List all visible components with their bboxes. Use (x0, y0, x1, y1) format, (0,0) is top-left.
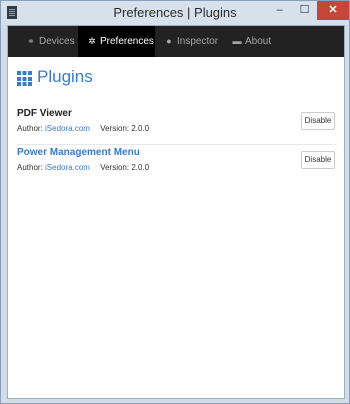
app-window: Preferences | Plugins – ☐ ✕ ⚭ Devices ✲ Pr… (0, 0, 350, 404)
version-value: 2.0.0 (131, 163, 150, 172)
disable-button[interactable]: Disable (301, 151, 335, 169)
tab-label: Inspector (177, 36, 219, 47)
disable-button[interactable]: Disable (301, 112, 335, 130)
author-link[interactable]: iSedora.com (45, 163, 90, 172)
plugin-item: PDF Viewer Author: iSedora.com Version: … (17, 106, 337, 143)
version-label: Version: (100, 124, 130, 133)
author-label: Author: (17, 163, 43, 172)
tab-about[interactable]: ▬ About (232, 26, 272, 57)
tab-devices[interactable]: ⚭ Devices (26, 26, 75, 57)
title-bar[interactable]: Preferences | Plugins – ☐ ✕ (1, 1, 349, 25)
plugin-meta: Author: iSedora.com Version: 2.0.0 (17, 124, 149, 133)
close-button[interactable]: ✕ (317, 1, 349, 20)
version-label: Version: (100, 163, 130, 172)
tab-inspector[interactable]: ● Inspector (164, 26, 218, 57)
tab-preferences[interactable]: ✲ Preferences (78, 26, 155, 57)
plugin-meta: Author: iSedora.com Version: 2.0.0 (17, 163, 149, 172)
info-icon: ● (166, 36, 172, 46)
client-area: ⚭ Devices ✲ Preferences ● Inspector ▬ About … (7, 25, 345, 399)
author-label: Author: (17, 124, 43, 133)
minimize-button[interactable]: – (267, 1, 292, 20)
tab-label: About (245, 36, 272, 47)
plugin-item: Power Management Menu Author: iSedora.co… (17, 144, 337, 182)
top-nav: ⚭ Devices ✲ Preferences ● Inspector ▬ About (8, 26, 344, 57)
maximize-button[interactable]: ☐ (292, 1, 317, 20)
author-link[interactable]: iSedora.com (45, 124, 90, 133)
page-title: Plugins (37, 67, 93, 86)
chat-bubble-icon: ▬ (232, 36, 242, 46)
version-value: 2.0.0 (131, 124, 150, 133)
tab-label: Devices (39, 36, 75, 47)
grid-icon (17, 71, 32, 86)
gear-icon: ✲ (88, 36, 96, 46)
plugin-name[interactable]: Power Management Menu (17, 147, 140, 158)
link-icon: ⚭ (27, 36, 35, 46)
tab-label: Preferences (100, 36, 154, 47)
plugin-name: PDF Viewer (17, 108, 72, 119)
